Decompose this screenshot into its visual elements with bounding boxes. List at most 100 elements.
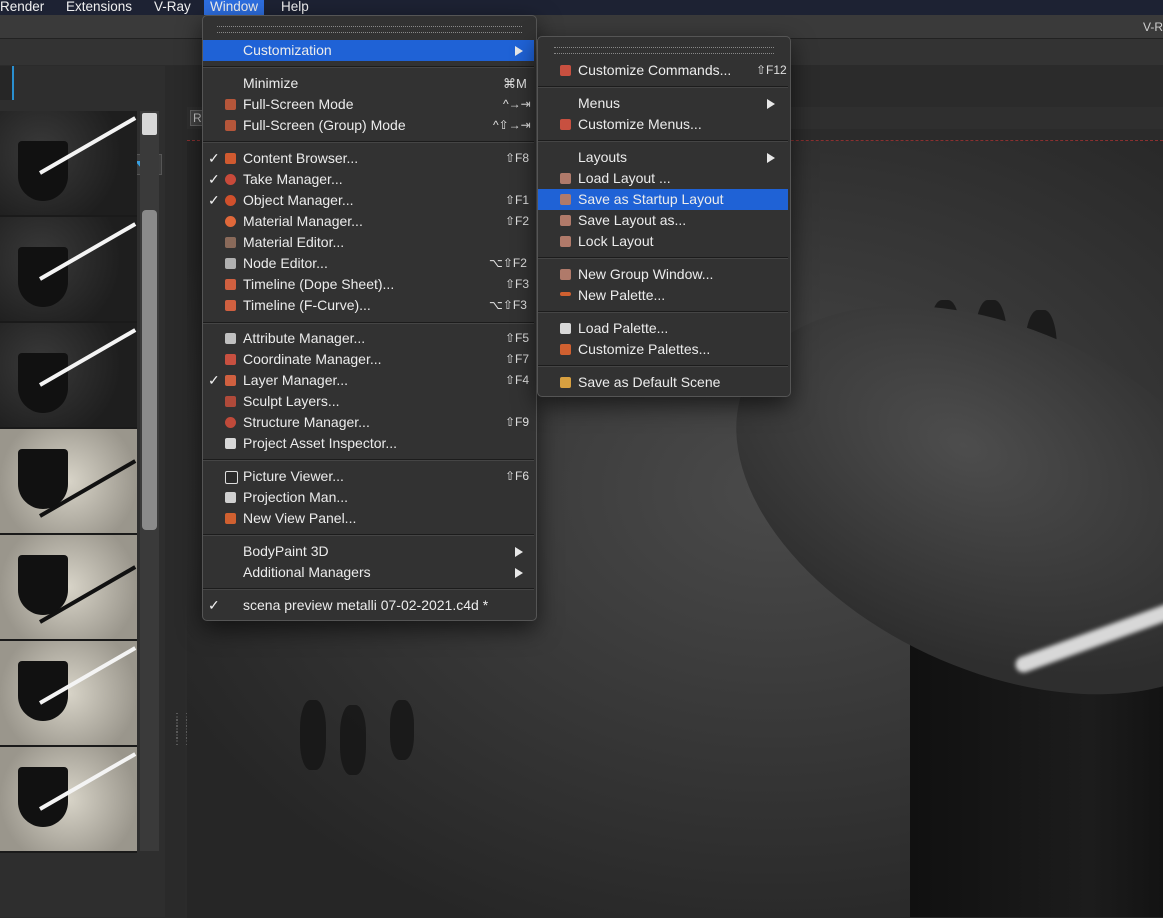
menu-item-attribute-manager[interactable]: Attribute Manager... ⇧F5 <box>203 328 534 349</box>
save-default-scene-icon <box>560 377 571 388</box>
menu-item-scene-file[interactable]: ✓ scena preview metalli 07-02-2021.c4d * <box>203 595 534 616</box>
fullscreen-icon <box>225 99 236 110</box>
menu-bar: Render Extensions V-Ray Window Help <box>0 0 1163 15</box>
material-thumbnail[interactable] <box>0 111 137 217</box>
menu-item-minimize[interactable]: Minimize ⌘M <box>203 73 534 94</box>
new-palette-icon <box>560 292 571 296</box>
menu-item-coordinate-manager[interactable]: Coordinate Manager... ⇧F7 <box>203 349 534 370</box>
structure-manager-icon <box>225 417 236 428</box>
save-layout-icon <box>560 215 571 226</box>
material-thumbnail[interactable] <box>0 641 137 747</box>
menu-item-customize-menus[interactable]: Customize Menus... <box>538 114 788 135</box>
submenu-arrow-icon <box>767 99 775 109</box>
menu-item-node-editor[interactable]: Node Editor... ⌥⇧F2 <box>203 253 534 274</box>
menu-item-load-layout[interactable]: Load Layout ... <box>538 168 788 189</box>
scrollbar-thumb[interactable] <box>142 210 157 530</box>
coordinate-manager-icon <box>225 354 236 365</box>
load-layout-icon <box>560 173 571 184</box>
material-thumbnail[interactable] <box>0 323 137 429</box>
check-icon: ✓ <box>208 150 220 166</box>
check-icon: ✓ <box>208 597 220 613</box>
material-thumbnail[interactable] <box>0 429 137 535</box>
menu-item-customize-palettes[interactable]: Customize Palettes... <box>538 339 788 360</box>
menu-item-object-manager[interactable]: ✓ Object Manager... ⇧F1 <box>203 190 534 211</box>
splitter-grip-icon[interactable]: ⋮⋮ ⋮⋮ ⋮⋮ ⋮⋮ ⋮⋮ <box>172 713 192 775</box>
check-icon: ✓ <box>208 192 220 208</box>
submenu-arrow-icon <box>515 46 523 56</box>
menu-item-content-browser[interactable]: ✓ Content Browser... ⇧F8 <box>203 148 534 169</box>
menu-item-structure-manager[interactable]: Structure Manager... ⇧F9 <box>203 412 534 433</box>
menu-item-new-palette[interactable]: New Palette... <box>538 285 788 306</box>
menu-item-project-asset-inspector[interactable]: Project Asset Inspector... <box>203 433 534 454</box>
node-editor-icon <box>225 258 236 269</box>
menu-item-material-editor[interactable]: Material Editor... <box>203 232 534 253</box>
view-panel-icon <box>225 513 236 524</box>
menu-item-lock-layout[interactable]: Lock Layout <box>538 231 788 252</box>
attribute-manager-icon <box>225 333 236 344</box>
menu-item-load-palette[interactable]: Load Palette... <box>538 318 788 339</box>
asset-inspector-icon <box>225 438 236 449</box>
material-thumbnail[interactable] <box>0 217 137 323</box>
load-palette-icon <box>560 323 571 334</box>
submenu-arrow-icon <box>515 568 523 578</box>
picture-viewer-icon <box>225 471 238 484</box>
menu-item-sculpt-layers[interactable]: Sculpt Layers... <box>203 391 534 412</box>
material-manager-icon <box>225 216 236 227</box>
layer-manager-icon <box>225 375 236 386</box>
menu-item-material-manager[interactable]: Material Manager... ⇧F2 <box>203 211 534 232</box>
scroll-up-button[interactable] <box>142 113 157 135</box>
check-icon: ✓ <box>208 372 220 388</box>
object-manager-icon <box>225 195 236 206</box>
menu-item-customization[interactable]: Customization <box>203 40 534 61</box>
projection-man-icon <box>225 492 236 503</box>
menu-item-layer-manager[interactable]: ✓ Layer Manager... ⇧F4 <box>203 370 534 391</box>
submenu-arrow-icon <box>767 153 775 163</box>
menu-vray[interactable]: V-Ray <box>154 0 191 13</box>
check-icon: ✓ <box>208 171 220 187</box>
menu-window[interactable]: Window <box>204 0 265 15</box>
lock-layout-icon <box>560 236 571 247</box>
fullscreen-group-icon <box>225 120 236 131</box>
customize-menus-icon <box>560 119 571 130</box>
title-right-label: V-R <box>1142 20 1163 34</box>
menu-extensions[interactable]: Extensions <box>66 0 132 13</box>
menu-item-new-view-panel[interactable]: New View Panel... <box>203 508 534 529</box>
menu-item-timeline-fcurve[interactable]: Timeline (F-Curve)... ⌥⇧F3 <box>203 295 534 316</box>
menu-item-full-screen[interactable]: Full-Screen Mode ^→⇥ <box>203 94 534 115</box>
menu-tearoff-grip[interactable] <box>217 26 522 33</box>
scene-mark <box>300 700 326 770</box>
menu-render[interactable]: Render <box>0 0 44 13</box>
menu-item-save-default-scene[interactable]: Save as Default Scene <box>538 372 788 393</box>
menu-item-layouts[interactable]: Layouts <box>538 147 788 168</box>
material-thumbnail[interactable] <box>0 747 137 853</box>
menu-item-additional-managers[interactable]: Additional Managers <box>203 562 534 583</box>
customize-commands-icon <box>560 65 571 76</box>
menu-tearoff-grip[interactable] <box>554 47 774 54</box>
menu-item-customize-commands[interactable]: Customize Commands... ⇧F12 <box>538 60 788 81</box>
menu-item-picture-viewer[interactable]: Picture Viewer... ⇧F6 <box>203 466 534 487</box>
panel-tab[interactable] <box>0 66 14 100</box>
menu-item-new-group-window[interactable]: New Group Window... <box>538 264 788 285</box>
panel-splitter[interactable] <box>165 66 185 917</box>
customization-submenu: Customize Commands... ⇧F12 Menus Customi… <box>537 36 791 397</box>
menu-item-menus[interactable]: Menus <box>538 93 788 114</box>
submenu-arrow-icon <box>515 547 523 557</box>
timeline-icon <box>225 279 236 290</box>
take-manager-icon <box>225 174 236 185</box>
menu-item-save-startup-layout[interactable]: Save as Startup Layout <box>538 189 788 210</box>
menu-item-timeline-dope-sheet[interactable]: Timeline (Dope Sheet)... ⇧F3 <box>203 274 534 295</box>
save-startup-layout-icon <box>560 194 571 205</box>
menu-item-save-layout-as[interactable]: Save Layout as... <box>538 210 788 231</box>
menu-item-bodypaint[interactable]: BodyPaint 3D <box>203 541 534 562</box>
menu-item-full-screen-group[interactable]: Full-Screen (Group) Mode ^⇧→⇥ <box>203 115 534 136</box>
menu-item-projection-man[interactable]: Projection Man... <box>203 487 534 508</box>
material-thumbnail[interactable] <box>0 535 137 641</box>
window-menu: Customization Minimize ⌘M Full-Screen Mo… <box>202 15 537 621</box>
material-editor-icon <box>225 237 236 248</box>
content-browser-icon <box>225 153 236 164</box>
menu-help[interactable]: Help <box>281 0 309 13</box>
thumbnail-list <box>0 111 137 853</box>
sculpt-layers-icon <box>225 396 236 407</box>
menu-item-take-manager[interactable]: ✓ Take Manager... <box>203 169 534 190</box>
scene-mark <box>340 705 366 775</box>
